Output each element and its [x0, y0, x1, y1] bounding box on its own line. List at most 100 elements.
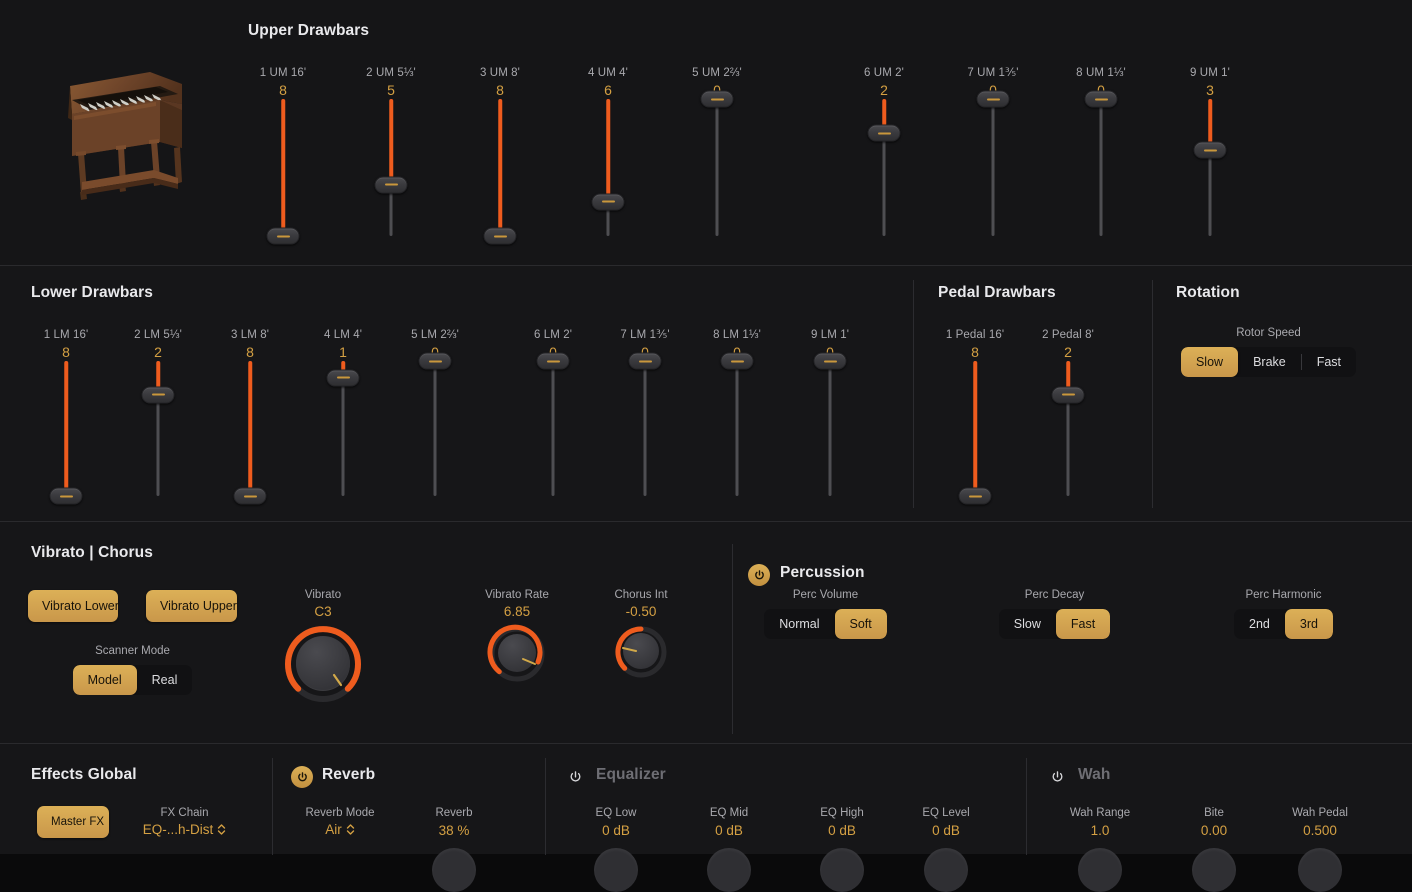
upper-drawbar[interactable]: 7 UM 1⅗'0	[954, 66, 1032, 256]
param-knob[interactable]	[707, 848, 751, 892]
perc-volume-segmented[interactable]: NormalSoft	[764, 609, 887, 639]
lower-drawbar[interactable]: 7 LM 1⅗'0	[606, 328, 684, 516]
upper-drawbar[interactable]: 1 UM 16'8	[244, 66, 322, 256]
reverb-mode-label: Reverb Mode	[287, 806, 393, 820]
lower-drawbar[interactable]: 2 LM 5⅓'2	[119, 328, 197, 516]
drawbar-label: 5 UM 2⅔'	[678, 66, 756, 80]
reverb-power-button[interactable]	[291, 766, 313, 788]
equalizer-title: Equalizer	[596, 766, 666, 784]
upper-drawbar[interactable]: 9 UM 1'3	[1171, 66, 1249, 256]
perc-volume-option-normal[interactable]: Normal	[764, 609, 834, 639]
upper-drawbar[interactable]: 5 UM 2⅔'0	[678, 66, 756, 256]
lower-drawbar[interactable]: 9 LM 1'0	[791, 328, 869, 516]
vibrato-percussion-panel: Vibrato | Chorus Percussion Vibrato Lowe…	[0, 521, 1412, 743]
perc-volume-option-soft[interactable]: Soft	[835, 609, 887, 639]
chorus-int-value: -0.50	[591, 603, 691, 620]
vibrato-upper-button[interactable]: Vibrato Upper	[146, 590, 237, 622]
equalizer-param[interactable]: EQ Low0 dB	[566, 806, 666, 839]
reverb-mode-control[interactable]: Reverb Mode Air	[287, 806, 393, 837]
chorus-int-knob[interactable]	[591, 623, 691, 686]
perc-harmonic-option-3rd[interactable]: 3rd	[1285, 609, 1333, 639]
param-knob[interactable]	[924, 848, 968, 892]
scanner-mode-option-real[interactable]: Real	[137, 665, 193, 695]
equalizer-param[interactable]: EQ Level0 dB	[896, 806, 996, 839]
drawbar-label: 8 UM 1⅓'	[1062, 66, 1140, 80]
drawbar-label: 2 LM 5⅓'	[119, 328, 197, 342]
drawbar-label: 2 Pedal 8'	[1029, 328, 1107, 342]
lower-drawbar[interactable]: 6 LM 2'0	[514, 328, 592, 516]
perc-harmonic-segmented[interactable]: 2nd3rd	[1234, 609, 1333, 639]
scanner-mode-control: Scanner Mode ModelReal	[55, 644, 210, 695]
fx-chain-label: FX Chain	[122, 806, 247, 820]
drawbar-value: 3	[1171, 81, 1249, 99]
perc-decay-option-fast[interactable]: Fast	[1056, 609, 1110, 639]
upper-drawbars-title: Upper Drawbars	[248, 22, 369, 40]
upper-drawbar[interactable]: 3 UM 8'8	[461, 66, 539, 256]
equalizer-power-button[interactable]	[564, 766, 586, 788]
pedal-drawbar[interactable]: 1 Pedal 16'8	[936, 328, 1014, 516]
master-fx-button[interactable]: Master FX	[37, 806, 109, 838]
lower-drawbar[interactable]: 1 LM 16'8	[27, 328, 105, 516]
effects-global-title: Effects Global	[31, 766, 137, 784]
drawbar-label: 8 LM 1⅓'	[698, 328, 776, 342]
reverb-amount-knob[interactable]	[432, 848, 476, 892]
param-knob[interactable]	[820, 848, 864, 892]
perc-decay-option-slow[interactable]: Slow	[999, 609, 1056, 639]
upper-drawbar[interactable]: 6 UM 2'2	[845, 66, 923, 256]
drawbar-label: 1 UM 16'	[244, 66, 322, 80]
equalizer-param[interactable]: EQ High0 dB	[792, 806, 892, 839]
rotor-speed-option-brake[interactable]: Brake	[1238, 347, 1301, 377]
lower-drawbar[interactable]: 3 LM 8'8	[211, 328, 289, 516]
vibrato-knob[interactable]	[273, 623, 373, 710]
drawbar-label: 5 LM 2⅔'	[396, 328, 474, 342]
upper-drawbar[interactable]: 4 UM 4'6	[569, 66, 647, 256]
reverb-amount-control[interactable]: Reverb 38 %	[404, 806, 504, 839]
upper-drawbar[interactable]: 2 UM 5⅓'5	[352, 66, 430, 256]
equalizer-param[interactable]: EQ Mid0 dB	[679, 806, 779, 839]
drawbar-label: 1 LM 16'	[27, 328, 105, 342]
wah-param[interactable]: Wah Pedal0.500	[1270, 806, 1370, 839]
param-knob[interactable]	[1298, 848, 1342, 892]
reverb-title: Reverb	[322, 766, 375, 784]
vibrato-rate-knob[interactable]	[467, 623, 567, 690]
vibrato-lower-button[interactable]: Vibrato Lower	[28, 590, 118, 622]
param-knob[interactable]	[1078, 848, 1122, 892]
pedal-drawbar[interactable]: 2 Pedal 8'2	[1029, 328, 1107, 516]
rotor-speed-option-slow[interactable]: Slow	[1181, 347, 1238, 377]
percussion-power-button[interactable]	[748, 564, 770, 586]
drawbar-value: 8	[461, 81, 539, 99]
drawbar-label: 4 LM 4'	[304, 328, 382, 342]
param-label: Bite	[1164, 806, 1264, 820]
wah-power-button[interactable]	[1046, 766, 1068, 788]
lower-drawbar[interactable]: 4 LM 4'1	[304, 328, 382, 516]
param-knob[interactable]	[594, 848, 638, 892]
drawbar-value: 2	[845, 81, 923, 99]
param-knob[interactable]	[1192, 848, 1236, 892]
perc-decay-segmented[interactable]: SlowFast	[999, 609, 1110, 639]
lower-drawbar[interactable]: 5 LM 2⅔'0	[396, 328, 474, 516]
scanner-mode-segmented[interactable]: ModelReal	[73, 665, 193, 695]
perc-harmonic-option-2nd[interactable]: 2nd	[1234, 609, 1285, 639]
lower-drawbars-title: Lower Drawbars	[31, 284, 153, 302]
perc-decay-label: Perc Decay	[977, 588, 1132, 602]
lower-drawbar[interactable]: 8 LM 1⅓'0	[698, 328, 776, 516]
scanner-mode-option-model[interactable]: Model	[73, 665, 137, 695]
rotor-speed-segmented[interactable]: SlowBrakeFast	[1181, 347, 1356, 377]
divider-rotation	[1152, 280, 1153, 508]
upper-drawbar[interactable]: 8 UM 1⅓'0	[1062, 66, 1140, 256]
fx-chain-control[interactable]: FX Chain EQ-...h-Dist	[122, 806, 247, 837]
wah-param[interactable]: Wah Range1.0	[1050, 806, 1150, 839]
drawbar-value: 5	[352, 81, 430, 99]
scanner-mode-label: Scanner Mode	[55, 644, 210, 658]
param-value: 0.00	[1164, 822, 1264, 839]
drawbar-value: 8	[244, 81, 322, 99]
wah-param[interactable]: Bite 0.00	[1164, 806, 1264, 839]
drawbar-label: 9 LM 1'	[791, 328, 869, 342]
divider-pedal	[913, 280, 914, 508]
chevron-updown-icon	[346, 823, 355, 836]
param-label: EQ Mid	[679, 806, 779, 820]
drawbar-value: 1	[304, 343, 382, 361]
drawbar-label: 7 UM 1⅗'	[954, 66, 1032, 80]
rotor-speed-option-fast[interactable]: Fast	[1302, 347, 1356, 377]
param-label: Wah Pedal	[1270, 806, 1370, 820]
